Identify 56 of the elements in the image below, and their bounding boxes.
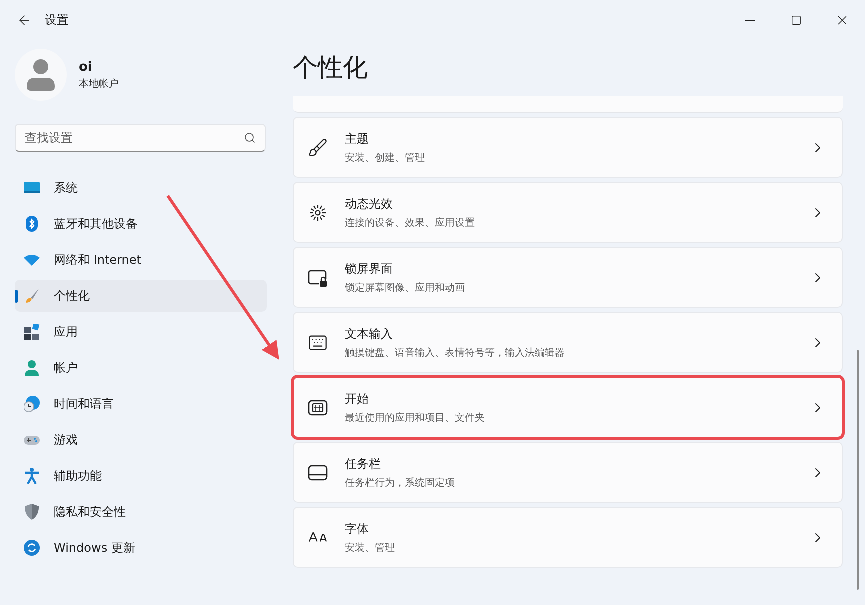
lock-screen-icon: [308, 268, 328, 288]
paintbrush-icon: [24, 288, 40, 304]
person-silhouette-icon: [27, 59, 55, 91]
sidebar-item[interactable]: 时间和语言: [15, 388, 267, 420]
account-name: oi: [79, 60, 94, 74]
card-subtitle: 连接的设备、效果、应用设置: [345, 216, 476, 230]
settings-card[interactable]: 锁屏界面 锁定屏幕图像、应用和动画: [293, 247, 843, 308]
sidebar-item[interactable]: 应用: [15, 316, 267, 348]
card-title: 主题: [345, 130, 370, 148]
card-subtitle: 触摸键盘、语音输入、表情符号等，输入法编辑器: [345, 346, 566, 360]
sidebar-item[interactable]: 系统: [15, 172, 267, 204]
search-field[interactable]: 查找设置: [15, 124, 266, 152]
card-subtitle: 任务栏行为，系统固定项: [345, 476, 456, 490]
sidebar-item[interactable]: 帐户: [15, 352, 267, 384]
start-menu-icon: [308, 398, 328, 418]
person-icon: [24, 360, 40, 376]
card-subtitle: 最近使用的应用和项目、文件夹: [345, 412, 486, 424]
account-type: 本地帐户: [79, 78, 119, 90]
sidebar-item[interactable]: 网络和 Internet: [15, 244, 267, 276]
sidebar-item[interactable]: Windows 更新: [15, 532, 267, 564]
card-title: 任务栏: [345, 456, 382, 472]
card-title: 文本输入: [345, 326, 394, 342]
bluetooth-icon: [24, 216, 40, 232]
sunburst-icon: [308, 202, 328, 222]
sidebar-item[interactable]: 辅助功能: [15, 460, 267, 492]
settings-card[interactable]: 主题 安装、创建、管理: [293, 117, 843, 178]
apps-icon: [24, 324, 40, 340]
card-title: 锁屏界面: [345, 260, 394, 278]
card-title: 开始: [345, 390, 370, 408]
update-icon: [24, 540, 40, 556]
settings-card[interactable]: 开始 最近使用的应用和项目、文件夹: [293, 377, 843, 438]
card-subtitle: 安装、管理: [345, 542, 396, 554]
monitor-icon: [24, 180, 40, 196]
window-title: 设置: [45, 12, 69, 28]
scrollbar[interactable]: [857, 350, 859, 590]
card-title: 字体: [345, 520, 370, 538]
sidebar-item[interactable]: 游戏: [15, 424, 267, 456]
card-title: 动态光效: [345, 196, 394, 212]
sidebar-item[interactable]: 隐私和安全性: [15, 496, 267, 528]
shield-icon: [24, 504, 40, 520]
card-subtitle: 安装、创建、管理: [345, 152, 426, 164]
taskbar-icon: [308, 462, 328, 482]
sidebar-item[interactable]: 个性化: [15, 280, 267, 312]
globe-clock-icon: [24, 396, 40, 412]
accessibility-icon: [24, 468, 40, 484]
brush-icon: [308, 138, 328, 158]
maximize-icon: [790, 14, 802, 26]
page-title: 个性化: [293, 52, 369, 84]
search-icon: [244, 132, 256, 144]
settings-card[interactable]: 任务栏 任务栏行为，系统固定项: [293, 442, 843, 503]
card-subtitle: 锁定屏幕图像、应用和动画: [345, 282, 466, 294]
settings-card[interactable]: 字体 安装、管理: [293, 507, 843, 568]
settings-card[interactable]: 动态光效 连接的设备、效果、应用设置: [293, 182, 843, 243]
settings-card[interactable]: 文本输入 触摸键盘、语音输入、表情符号等，输入法编辑器: [293, 312, 843, 373]
sidebar-item[interactable]: 蓝牙和其他设备: [15, 208, 267, 240]
wifi-icon: [24, 252, 40, 268]
